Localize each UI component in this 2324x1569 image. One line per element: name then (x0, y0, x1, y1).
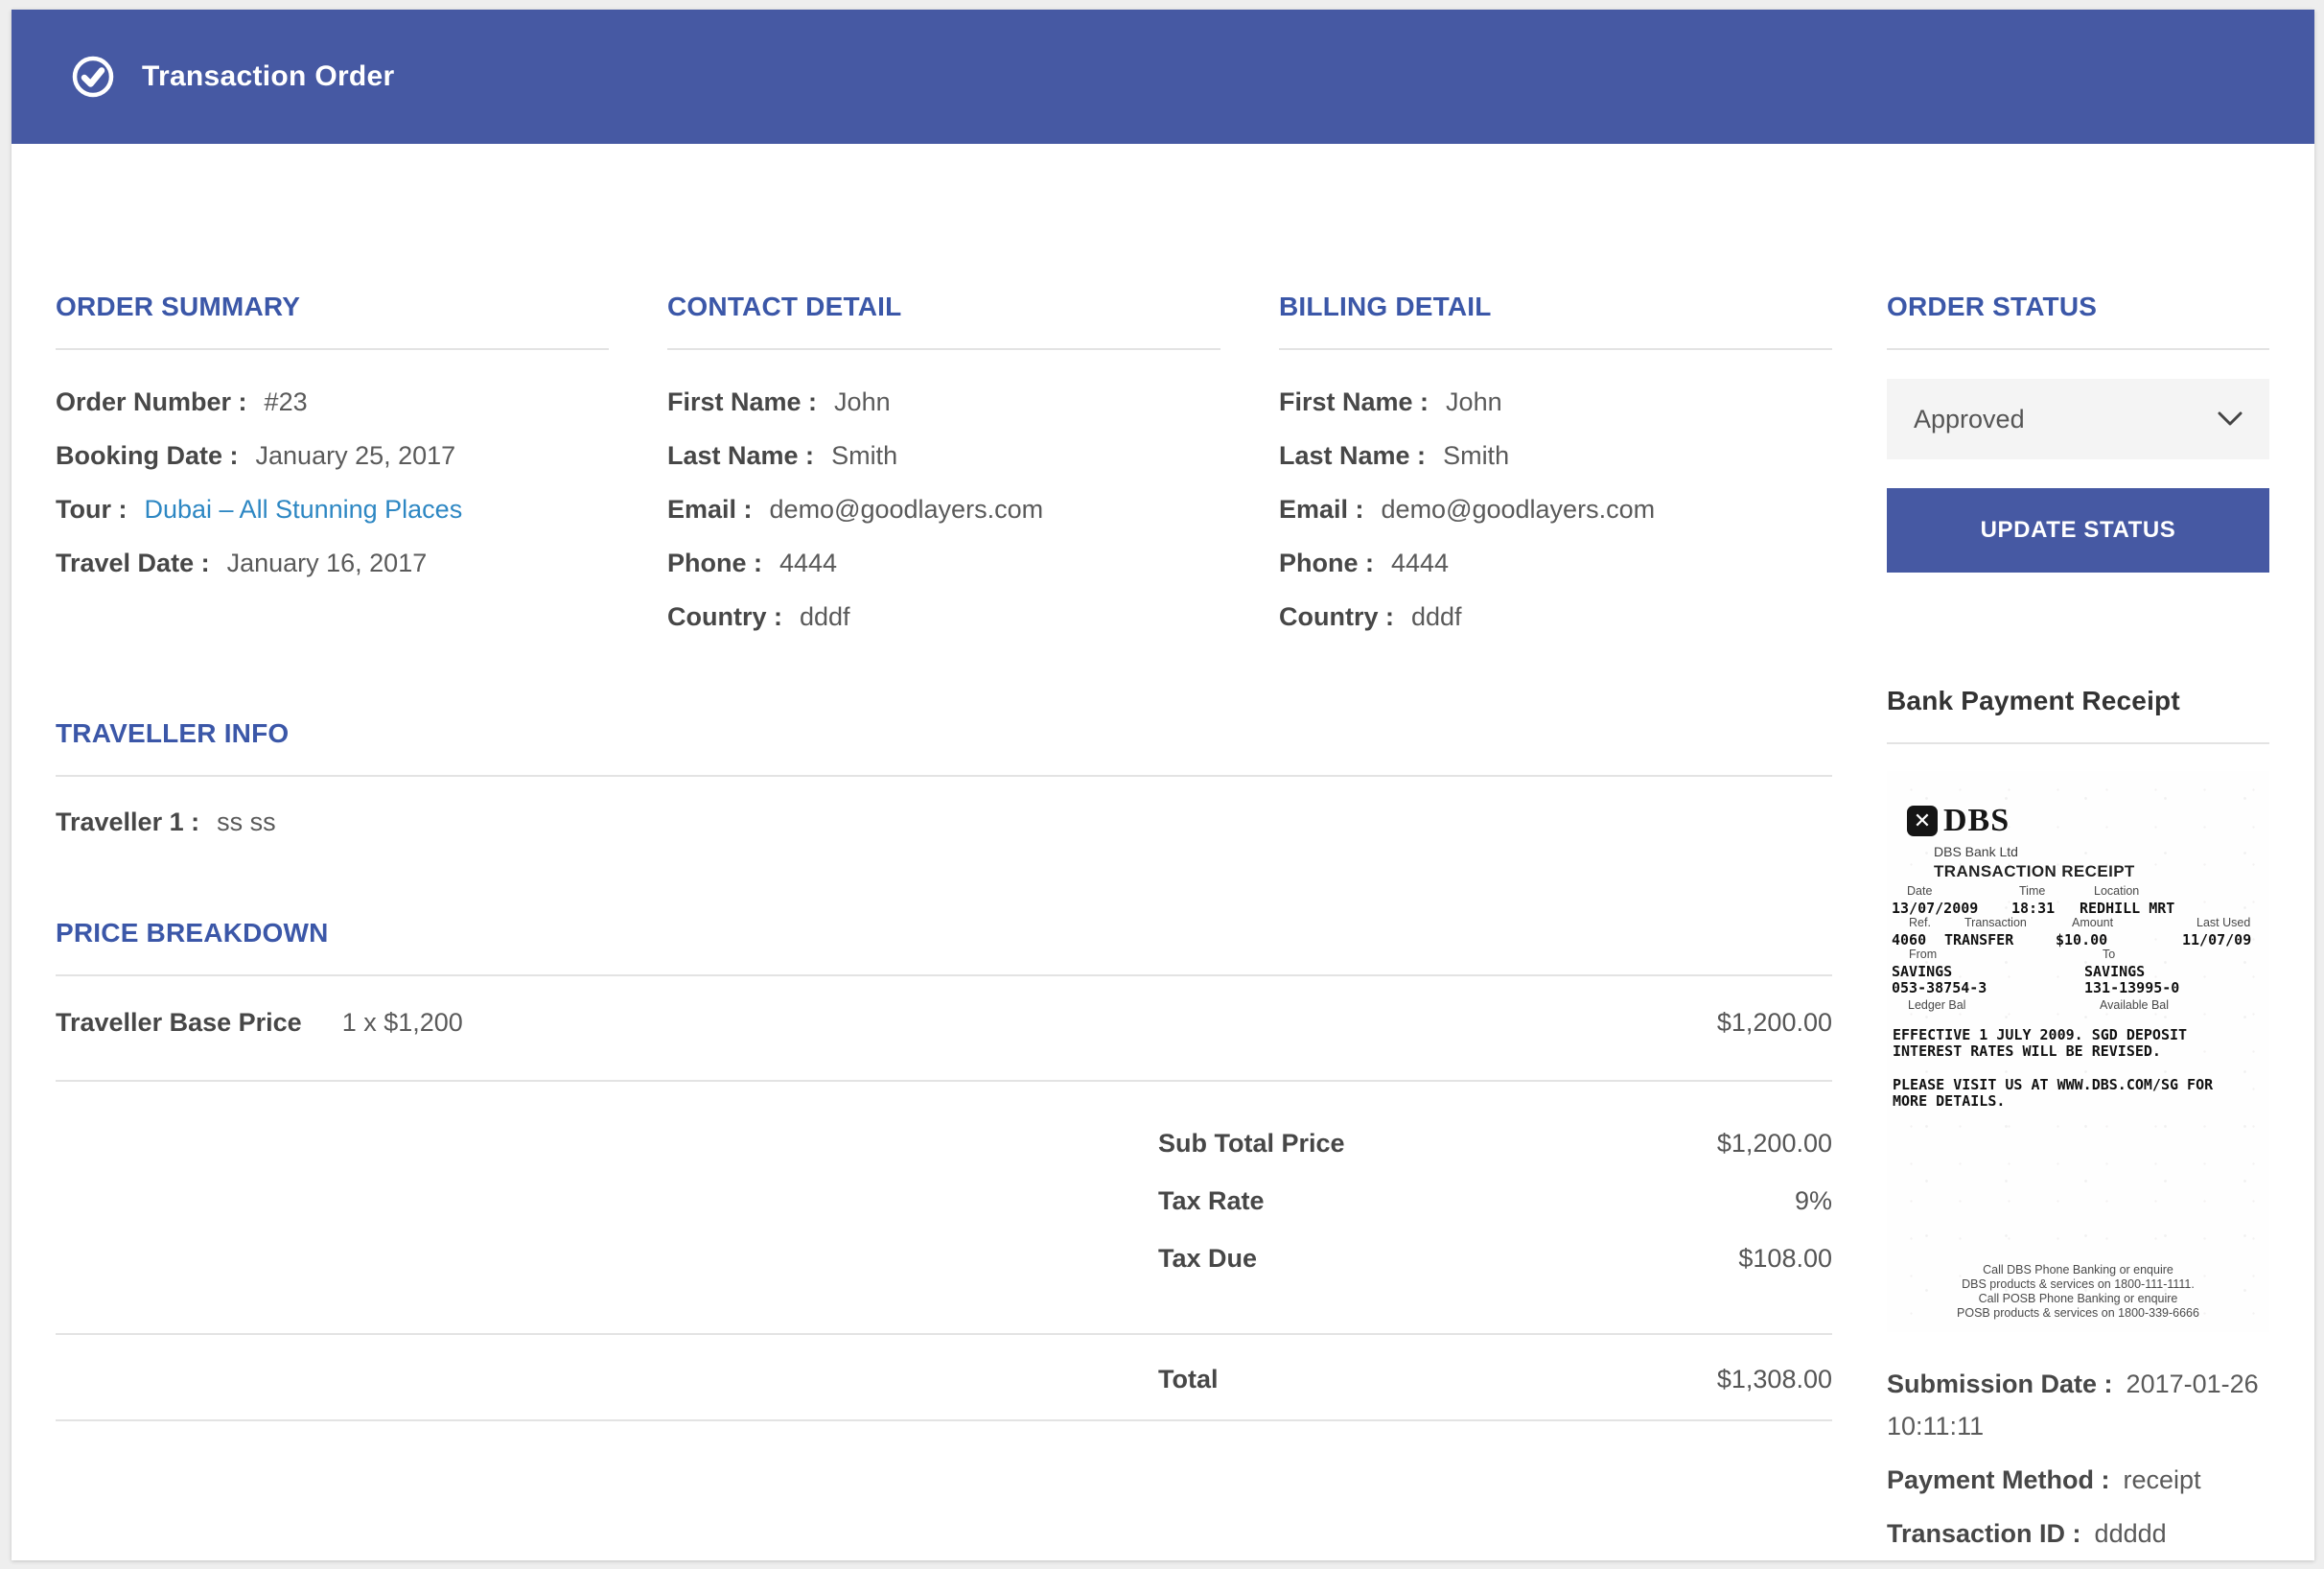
total-label: Total (1158, 1352, 1219, 1406)
divider (56, 348, 609, 350)
price-summary: Sub Total Price $1,200.00 Tax Rate 9% Ta… (56, 1082, 1832, 1333)
subtotal-row: Sub Total Price $1,200.00 (56, 1114, 1832, 1172)
dbs-logo-text: DBS (1943, 803, 2010, 839)
page-title: Transaction Order (142, 60, 395, 93)
billing-first-name-row: First Name : John (1279, 375, 1832, 429)
booking-date-row: Booking Date : January 25, 2017 (56, 429, 609, 482)
tax-due-row: Tax Due $108.00 (56, 1229, 1832, 1287)
receipt-account-numbers: 053-38754-3 131-13995-0 (1887, 979, 2269, 995)
contact-detail-section: CONTACT DETAIL First Name : John Last Na… (667, 291, 1220, 644)
billing-country-row: Country : dddf (1279, 590, 1832, 644)
receipt-values-row-2: 4060 TRANSFER $10.00 11/07/09 (1887, 931, 2269, 948)
receipt-meta: Submission Date :2017-01-26 10:11:11 Pay… (1887, 1363, 2269, 1555)
transaction-id-row: Transaction ID :ddddd (1887, 1512, 2269, 1555)
main-panel: ORDER SUMMARY Order Number : #23 Booking… (56, 291, 1832, 1566)
divider (1887, 348, 2269, 350)
submission-date-row: Submission Date :2017-01-26 10:11:11 (1887, 1363, 2269, 1447)
price-breakdown-section: PRICE BREAKDOWN Traveller Base Price 1 x… (56, 917, 1832, 1421)
receipt-labels-row-2: Ref. Transaction Amount Last Used (1887, 916, 2269, 931)
receipt-account-types: SAVINGS SAVINGS (1887, 963, 2269, 979)
bank-receipt-image: ✕ DBS DBS Bank Ltd TRANSACTION RECEIPT D… (1887, 771, 2269, 1332)
receipt-notice-2: PLEASE VISIT US AT WWW.DBS.COM/SG FOR MO… (1893, 1077, 2228, 1110)
chevron-down-icon (2218, 411, 2243, 427)
contact-last-name-row: Last Name : Smith (667, 429, 1220, 482)
tour-row: Tour : Dubai – All Stunning Places (56, 482, 609, 536)
order-summary-section: ORDER SUMMARY Order Number : #23 Booking… (56, 291, 609, 644)
receipt-notice-1: EFFECTIVE 1 JULY 2009. SGD DEPOSIT INTER… (1893, 1027, 2228, 1060)
price-line-item: Traveller Base Price 1 x $1,200 $1,200.0… (56, 976, 1832, 1080)
tax-rate-row: Tax Rate 9% (56, 1172, 1832, 1229)
billing-phone-row: Phone : 4444 (1279, 536, 1832, 590)
billing-email-row: Email : demo@goodlayers.com (1279, 482, 1832, 536)
contact-phone-row: Phone : 4444 (667, 536, 1220, 590)
line-item-label: Traveller Base Price (56, 995, 302, 1049)
total-row: Total $1,308.00 (56, 1335, 1832, 1419)
contact-email-row: Email : demo@goodlayers.com (667, 482, 1220, 536)
receipt-bank-name: DBS Bank Ltd (1934, 844, 2269, 859)
contact-country-row: Country : dddf (667, 590, 1220, 644)
order-status-heading: ORDER STATUS (1887, 291, 2269, 323)
receipt-labels-row-1: Date Time Location (1887, 884, 2269, 900)
price-breakdown-heading: PRICE BREAKDOWN (56, 917, 1832, 949)
sidebar-panel: ORDER STATUS Approved UPDATE STATUS Bank… (1887, 291, 2269, 1566)
line-item-amount: $1,200.00 (1717, 995, 1832, 1049)
billing-detail-heading: BILLING DETAIL (1279, 291, 1832, 323)
check-circle-icon (71, 55, 115, 99)
traveller-row: Traveller 1 : ss ss (56, 795, 1832, 849)
title-bar: Transaction Order (12, 10, 2314, 144)
divider (1279, 348, 1832, 350)
content-area: ORDER SUMMARY Order Number : #23 Booking… (12, 144, 2314, 1566)
detail-columns: ORDER SUMMARY Order Number : #23 Booking… (56, 291, 1832, 644)
receipt-footer: Call DBS Phone Banking or enquire DBS pr… (1887, 1263, 2269, 1321)
order-status-select[interactable]: Approved (1887, 379, 2269, 459)
divider (56, 775, 1832, 777)
receipt-values-row-1: 13/07/2009 18:31 REDHILL MRT (1887, 900, 2269, 916)
payment-method-row: Payment Method :receipt (1887, 1459, 2269, 1501)
receipt-from-to-labels: From To (1887, 948, 2269, 963)
bank-payment-receipt-heading: Bank Payment Receipt (1887, 685, 2269, 717)
contact-detail-heading: CONTACT DETAIL (667, 291, 1220, 323)
transaction-order-card: Transaction Order ORDER SUMMARY Order Nu… (12, 10, 2314, 1560)
line-item-detail: 1 x $1,200 (342, 995, 463, 1049)
order-number-row: Order Number : #23 (56, 375, 609, 429)
total-amount: $1,308.00 (1717, 1352, 1832, 1406)
dbs-logo-icon: ✕ (1907, 806, 1938, 836)
order-summary-heading: ORDER SUMMARY (56, 291, 609, 323)
divider (667, 348, 1220, 350)
divider (56, 1419, 1832, 1421)
traveller-info-heading: TRAVELLER INFO (56, 717, 1832, 750)
dbs-logo: ✕ DBS (1907, 802, 2269, 840)
traveller-info-section: TRAVELLER INFO Traveller 1 : ss ss (56, 717, 1832, 849)
contact-first-name-row: First Name : John (667, 375, 1220, 429)
update-status-button[interactable]: UPDATE STATUS (1887, 488, 2269, 573)
order-status-selected-value: Approved (1914, 405, 2025, 434)
receipt-balance-labels: Ledger Bal Available Bal (1887, 998, 2269, 1014)
tour-link[interactable]: Dubai – All Stunning Places (144, 482, 462, 536)
divider (1887, 742, 2269, 744)
billing-detail-section: BILLING DETAIL First Name : John Last Na… (1279, 291, 1832, 644)
travel-date-row: Travel Date : January 16, 2017 (56, 536, 609, 590)
billing-last-name-row: Last Name : Smith (1279, 429, 1832, 482)
receipt-title: TRANSACTION RECEIPT (1934, 862, 2269, 881)
